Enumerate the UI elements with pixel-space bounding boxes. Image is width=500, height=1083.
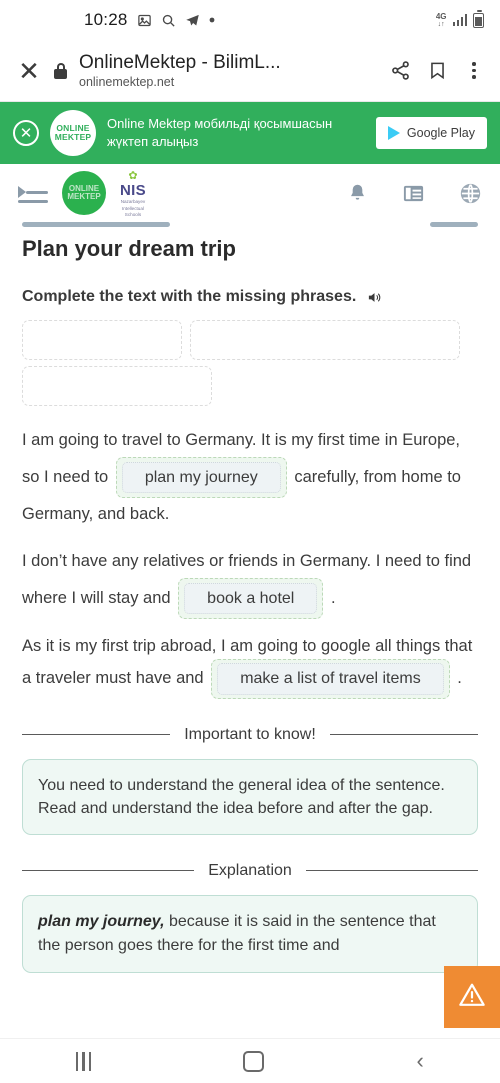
scroll-indicator: [22, 222, 478, 230]
speaker-icon[interactable]: [366, 290, 383, 305]
nis-subtitle: Nazarbayev Intellectual Schools: [120, 199, 146, 218]
divider-line-right: [329, 734, 478, 736]
filled-gap[interactable]: plan my journey: [115, 457, 287, 498]
google-play-icon: [387, 126, 400, 140]
warning-triangle-icon: [457, 981, 487, 1014]
recents-button[interactable]: [76, 1051, 91, 1071]
report-problem-button[interactable]: [444, 966, 500, 1028]
back-button[interactable]: ‹: [416, 1050, 423, 1072]
lesson-title: Plan your dream trip: [22, 236, 236, 261]
filled-gap[interactable]: make a list of travel items: [211, 659, 450, 699]
search-icon: [161, 13, 176, 28]
answer-bank: [22, 320, 478, 406]
task-instruction: Complete the text with the missing phras…: [22, 288, 478, 306]
promo-close-icon[interactable]: ✕: [13, 120, 39, 146]
gap-answer-text: plan my journey: [121, 462, 281, 494]
explanation-highlight: plan my journey,: [38, 912, 165, 930]
image-icon: [137, 13, 152, 28]
google-play-label: Google Play: [406, 126, 475, 140]
status-bar: 10:28 4G ↓↑: [0, 0, 500, 40]
status-time: 10:28: [84, 10, 128, 29]
close-tab-button[interactable]: ✕: [16, 58, 42, 84]
divider-line-right: [305, 870, 478, 872]
important-label: Important to know!: [184, 725, 316, 743]
lock-icon: [54, 62, 67, 79]
explanation-box: plan my journey, because it is said in t…: [22, 894, 478, 973]
site-navigation-bar: ONLINE MEKTEP ✿ NIS Nazarbayev Intellectua…: [0, 164, 500, 222]
paragraph-text-after: .: [457, 669, 462, 688]
battery-icon: [473, 10, 484, 28]
gap-answer-text: make a list of travel items: [217, 663, 444, 695]
site-logo-online-mektep[interactable]: ONLINE MEKTEP: [62, 171, 106, 215]
explanation-label: Explanation: [208, 861, 292, 879]
share-icon[interactable]: [390, 60, 411, 81]
globe-icon[interactable]: [459, 182, 482, 205]
app-promo-banner: ✕ ONLINE MEKTEP Online Mektep мобильді қо…: [0, 102, 500, 164]
browser-toolbar: ✕ OnlineMektep - BilimL... onlinemektep.…: [0, 40, 500, 102]
drop-zone-empty[interactable]: [22, 366, 212, 406]
exercise-paragraph: I am going to travel to Germany. It is m…: [22, 424, 478, 531]
phone-screen: 10:28 4G ↓↑ ✕ OnlineMektep - BilimL... o…: [0, 0, 500, 1083]
drop-zone-empty[interactable]: [22, 320, 182, 360]
address-bar[interactable]: OnlineMektep - BilimL... onlinemektep.ne…: [79, 52, 378, 89]
filled-gap[interactable]: book a hotel: [178, 578, 324, 619]
bell-icon[interactable]: [347, 182, 368, 205]
google-play-button[interactable]: Google Play: [375, 117, 487, 149]
home-button[interactable]: [243, 1050, 265, 1072]
online-mektep-logo: ONLINE MEKTEP: [50, 110, 96, 156]
bookmark-icon[interactable]: [428, 60, 447, 81]
telegram-icon: [185, 13, 200, 28]
explanation-divider: Explanation: [22, 861, 478, 881]
android-navigation-bar: ‹: [0, 1038, 500, 1083]
exercise-paragraph: I don’t have any relatives or friends in…: [22, 545, 478, 619]
list-icon[interactable]: [402, 182, 425, 205]
page-title-text: OnlineMektep - BilimL...: [79, 52, 281, 74]
divider-line-left: [22, 734, 171, 736]
nis-logo: ✿ NIS Nazarbayev Intellectual Schools: [120, 170, 146, 218]
network-type-icon: 4G ↓↑: [435, 11, 447, 28]
dot-icon: [209, 17, 215, 23]
nis-title: NIS: [120, 182, 146, 200]
task-instruction-text: Complete the text with the missing phras…: [22, 288, 357, 305]
divider-line-left: [22, 870, 195, 872]
important-info-box: You need to understand the general idea …: [22, 758, 478, 835]
gap-answer-text: book a hotel: [184, 583, 318, 615]
important-divider: Important to know!: [22, 725, 478, 745]
signal-bars-icon: [452, 14, 467, 26]
promo-message: Online Mektep мобильді қосымшасын жүктеп…: [107, 116, 333, 149]
exercise-paragraph: As it is my first trip abroad, I am goin…: [22, 633, 478, 699]
drop-zone-empty[interactable]: [190, 320, 460, 360]
paragraph-text-after: .: [330, 588, 336, 607]
hamburger-menu-icon[interactable]: [18, 182, 48, 204]
overflow-menu-icon[interactable]: [464, 61, 484, 80]
page-url-text: onlinemektep.net: [79, 74, 175, 89]
